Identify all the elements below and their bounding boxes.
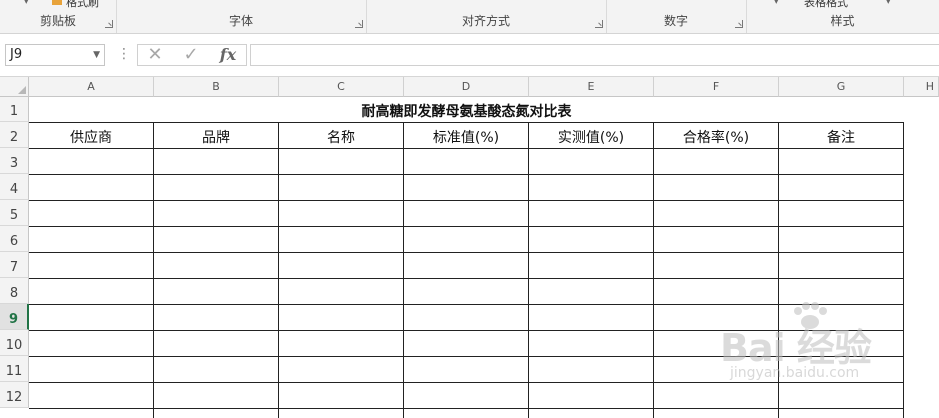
table-border	[778, 122, 779, 418]
ribbon-group-styles: ▾ 表格格式 ▾ 样式	[746, 0, 939, 33]
column-header-f[interactable]: F	[654, 77, 779, 97]
table-border	[29, 148, 904, 149]
select-all-button[interactable]	[0, 77, 29, 97]
worksheet-grid: A B C D E F G H 1 2 3 4 5 6 7 8 9 10 11 …	[0, 77, 939, 418]
sheet-title[interactable]: 耐高糖即发酵母氨基酸态氮对比表	[29, 97, 904, 123]
row-header-2[interactable]: 2	[0, 122, 29, 148]
dialog-launcher-icon[interactable]	[735, 20, 743, 28]
table-border	[153, 122, 154, 418]
table-border	[403, 122, 404, 418]
dialog-launcher-icon[interactable]	[105, 20, 113, 28]
row-header-3[interactable]: 3	[0, 148, 29, 174]
insert-function-icon[interactable]: fx	[213, 45, 243, 65]
column-header-e[interactable]: E	[529, 77, 654, 97]
ribbon-group-label: 剪贴板	[39, 14, 76, 28]
header-cell-name[interactable]: 名称	[279, 123, 403, 148]
ribbon-group-label: 字体	[228, 14, 253, 28]
ribbon-group-label: 数字	[663, 14, 688, 28]
formula-input[interactable]	[250, 44, 939, 66]
table-border	[29, 252, 904, 253]
header-cell-brand[interactable]: 品牌	[154, 123, 278, 148]
header-cell-measured[interactable]: 实测值(%)	[529, 123, 653, 148]
name-box-value: J9	[10, 47, 23, 62]
row-header-5[interactable]: 5	[0, 200, 29, 226]
more-options-icon[interactable]: ⋮	[117, 46, 131, 62]
table-border	[29, 356, 904, 357]
table-border	[29, 408, 904, 409]
table-border	[29, 304, 904, 305]
ribbon-group-label: 对齐方式	[461, 14, 510, 28]
name-box[interactable]: J9 ▼	[5, 44, 105, 66]
row-header-12[interactable]: 12	[0, 382, 29, 408]
table-border	[903, 122, 904, 418]
table-border	[29, 382, 904, 383]
table-border	[29, 278, 904, 279]
row-header-4[interactable]: 4	[0, 174, 29, 200]
row-header-11[interactable]: 11	[0, 356, 29, 382]
dialog-launcher-icon[interactable]	[355, 20, 363, 28]
chevron-down-icon[interactable]: ▾	[24, 0, 29, 7]
header-cell-standard[interactable]: 标准值(%)	[404, 123, 528, 148]
table-border	[278, 122, 279, 418]
table-border	[528, 122, 529, 418]
row-header-9[interactable]: 9	[0, 304, 29, 330]
table-border	[29, 330, 904, 331]
ribbon: 格式刷 ▾ 剪贴板 字体 对齐方式 数字 ▾ 表格格式 ▾ 样式	[0, 0, 939, 34]
cancel-icon[interactable]: ✕	[140, 45, 170, 65]
dialog-launcher-icon[interactable]	[595, 20, 603, 28]
column-header-h[interactable]: H	[904, 77, 939, 97]
column-header-c[interactable]: C	[279, 77, 404, 97]
row-header-6[interactable]: 6	[0, 226, 29, 252]
enter-icon[interactable]: ✓	[176, 45, 206, 65]
header-cell-supplier[interactable]: 供应商	[29, 123, 153, 148]
ribbon-group-number: 数字	[606, 0, 747, 33]
table-border	[29, 200, 904, 201]
ribbon-group-font: 字体	[116, 0, 367, 33]
row-header-7[interactable]: 7	[0, 252, 29, 278]
format-as-table-label[interactable]: 表格格式	[804, 0, 848, 10]
formula-buttons: ✕ ✓ fx	[137, 44, 247, 66]
ribbon-group-label: 样式	[830, 14, 855, 28]
column-header-a[interactable]: A	[29, 77, 154, 97]
format-painter-label[interactable]: 格式刷	[66, 0, 99, 10]
table-border	[29, 226, 904, 227]
chevron-down-icon[interactable]: ▾	[886, 0, 891, 7]
formula-bar: J9 ▼ ⋮ ✕ ✓ fx	[0, 34, 939, 77]
table-border	[29, 174, 904, 175]
chevron-down-icon[interactable]: ▾	[774, 0, 779, 7]
ribbon-group-clipboard: 格式刷 ▾ 剪贴板	[0, 0, 117, 33]
column-header-b[interactable]: B	[154, 77, 279, 97]
format-painter-icon[interactable]	[52, 0, 62, 5]
header-cell-pass-rate[interactable]: 合格率(%)	[654, 123, 778, 148]
row-header-10[interactable]: 10	[0, 330, 29, 356]
chevron-down-icon[interactable]: ▼	[93, 45, 100, 65]
column-header-g[interactable]: G	[779, 77, 904, 97]
cell-area[interactable]: 耐高糖即发酵母氨基酸态氮对比表 供应商 品牌 名称 标准值(%) 实测值(%) …	[29, 97, 939, 418]
header-cell-remarks[interactable]: 备注	[779, 123, 903, 148]
ribbon-group-alignment: 对齐方式	[366, 0, 607, 33]
data-table: 供应商 品牌 名称 标准值(%) 实测值(%) 合格率(%) 备注	[29, 122, 904, 418]
row-header-8[interactable]: 8	[0, 278, 29, 304]
row-header-1[interactable]: 1	[0, 97, 29, 122]
column-header-d[interactable]: D	[404, 77, 529, 97]
table-border	[653, 122, 654, 418]
